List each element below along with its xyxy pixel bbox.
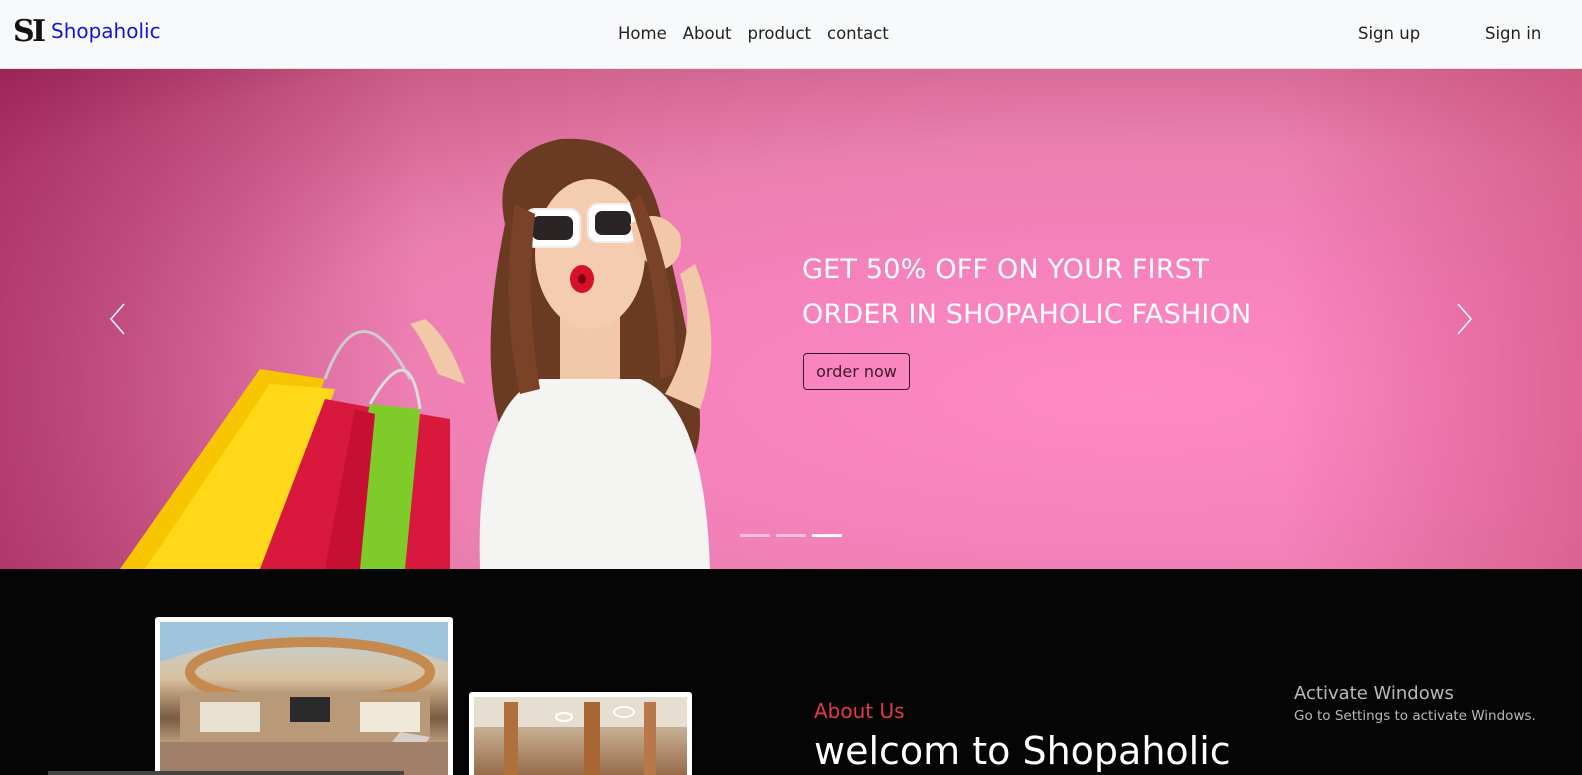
chevron-left-icon	[110, 303, 125, 335]
hero-headline: GET 50% OFF ON YOUR FIRST ORDER IN SHOPA…	[802, 247, 1251, 337]
hero-carousel: GET 50% OFF ON YOUR FIRST ORDER IN SHOPA…	[0, 69, 1582, 569]
order-now-button[interactable]: order now	[803, 353, 910, 390]
carousel-indicator-3[interactable]	[812, 534, 842, 537]
about-section: About Us welcom to Shopaholic Activate W…	[0, 569, 1582, 775]
about-image-store-interior	[469, 692, 692, 775]
top-navbar: SI Shopaholic Home About product contact…	[0, 0, 1582, 69]
nav-link-home[interactable]: Home	[618, 24, 667, 43]
brand-link[interactable]: SI Shopaholic	[13, 14, 161, 50]
brand-name: Shopaholic	[51, 19, 161, 43]
hero-image-woman-with-shopping-bags	[120, 138, 712, 569]
carousel-prev-button[interactable]	[98, 299, 138, 339]
sign-up-link[interactable]: Sign up	[1358, 24, 1420, 43]
nav-link-about[interactable]: About	[683, 24, 732, 43]
carousel-next-button[interactable]	[1444, 299, 1484, 339]
about-image-mall-interior	[155, 617, 453, 775]
brand-logo: SI	[13, 14, 47, 49]
nav-link-product[interactable]: product	[748, 24, 811, 43]
sign-in-link[interactable]: Sign in	[1485, 24, 1541, 43]
carousel-indicator-1[interactable]	[740, 534, 770, 537]
windows-activation-watermark: Activate Windows Go to Settings to activ…	[1294, 683, 1536, 724]
watermark-subtitle: Go to Settings to activate Windows.	[1294, 708, 1536, 724]
nav-links: Home About product contact	[618, 24, 889, 43]
carousel-indicators	[740, 534, 842, 537]
horizontal-scrollbar[interactable]	[48, 771, 404, 775]
hero-headline-line2: ORDER IN SHOPAHOLIC FASHION	[802, 299, 1252, 330]
chevron-right-icon	[1457, 303, 1472, 335]
carousel-indicator-2[interactable]	[776, 534, 806, 537]
nav-link-contact[interactable]: contact	[827, 24, 889, 43]
hero-headline-line1: GET 50% OFF ON YOUR FIRST	[802, 254, 1209, 285]
about-label: About Us	[814, 699, 905, 723]
watermark-title: Activate Windows	[1294, 683, 1454, 704]
about-title: welcom to Shopaholic	[814, 729, 1231, 773]
